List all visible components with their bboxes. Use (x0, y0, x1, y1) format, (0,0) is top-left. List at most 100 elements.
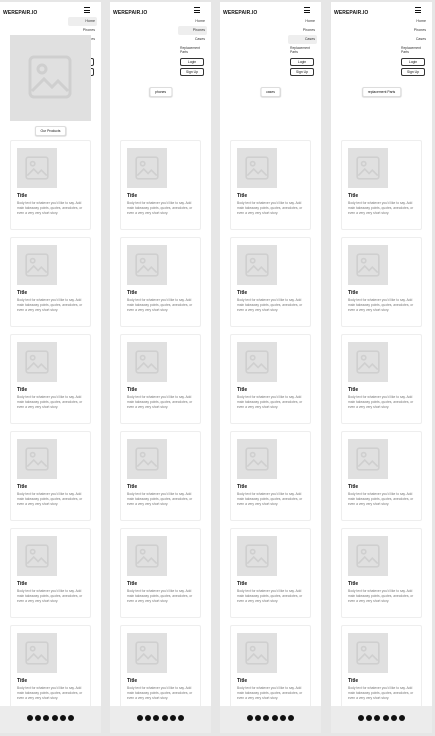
product-card[interactable]: Title Body text for whatever you'd like … (10, 528, 91, 618)
hamburger-menu-icon[interactable] (304, 7, 310, 13)
product-card[interactable]: Title Body text for whatever you'd like … (341, 625, 422, 715)
footer-social-icon[interactable] (51, 715, 58, 721)
card-body: Body text for whatever you'd like to say… (237, 201, 303, 215)
footer-social-icon[interactable] (366, 715, 373, 721)
nav-item[interactable]: Phones (178, 26, 207, 35)
card-body: Body text for whatever you'd like to say… (237, 298, 303, 312)
section-tag-button[interactable]: replacement Parts (361, 87, 402, 97)
footer-social-icon[interactable] (43, 715, 50, 721)
product-card[interactable]: Title Body text for whatever you'd like … (230, 237, 311, 327)
brand-logo[interactable]: WEREPAIR.IO (223, 10, 257, 16)
card-title: Title (237, 387, 248, 393)
product-card[interactable]: Title Body text for whatever you'd like … (120, 237, 201, 327)
hamburger-menu-icon[interactable] (415, 7, 421, 13)
footer-social-icon[interactable] (398, 715, 405, 721)
product-card[interactable]: Title Body text for whatever you'd like … (341, 528, 422, 618)
product-card[interactable]: Title Body text for whatever you'd like … (230, 528, 311, 618)
card-image-placeholder (237, 245, 277, 285)
product-card[interactable]: Title Body text for whatever you'd like … (230, 431, 311, 521)
nav-item[interactable]: Phones (399, 26, 428, 35)
signup-button[interactable]: Sign Up (290, 68, 314, 76)
card-title: Title (17, 387, 28, 393)
card-body: Body text for whatever you'd like to say… (127, 395, 193, 409)
nav-item-replacement-parts[interactable]: Replacement Parts (288, 46, 317, 56)
product-card[interactable]: Title Body text for whatever you'd like … (120, 528, 201, 618)
image-placeholder-icon (25, 641, 49, 665)
card-title: Title (237, 484, 248, 490)
nav-item[interactable]: Home (178, 17, 207, 26)
signup-button[interactable]: Sign Up (180, 68, 204, 76)
login-button[interactable]: Login (290, 58, 314, 66)
footer-social-icon[interactable] (263, 715, 270, 721)
footer-social-icon[interactable] (67, 715, 74, 721)
footer-social-icon[interactable] (247, 715, 253, 721)
product-card[interactable]: Title Body text for whatever you'd like … (230, 140, 311, 230)
footer (110, 706, 211, 733)
card-body: Body text for whatever you'd like to say… (237, 589, 303, 603)
product-card[interactable]: Title Body text for whatever you'd like … (120, 140, 201, 230)
section-tag-button[interactable]: phones (148, 87, 173, 97)
product-card[interactable]: Title Body text for whatever you'd like … (10, 140, 91, 230)
hamburger-menu-icon[interactable] (84, 7, 90, 13)
card-image-placeholder (348, 439, 388, 479)
footer-icons (247, 715, 294, 723)
footer-social-icon[interactable] (35, 715, 42, 721)
section-tag-button[interactable]: cases (260, 87, 281, 97)
brand-logo[interactable]: WEREPAIR.IO (113, 10, 147, 16)
product-card[interactable]: Title Body text for whatever you'd like … (341, 431, 422, 521)
footer-social-icon[interactable] (137, 715, 143, 721)
footer-social-icon[interactable] (177, 715, 184, 721)
product-card[interactable]: Title Body text for whatever you'd like … (341, 237, 422, 327)
nav-item[interactable]: Phones (288, 26, 317, 35)
nav-item[interactable]: Cases (399, 35, 428, 44)
nav-item-replacement-parts[interactable]: Replacement Parts (399, 46, 428, 56)
product-card[interactable]: Title Body text for whatever you'd like … (341, 334, 422, 424)
footer (331, 706, 432, 733)
product-card[interactable]: Title Body text for whatever you'd like … (10, 625, 91, 715)
image-placeholder-icon (25, 156, 49, 180)
nav-item[interactable]: Cases (288, 35, 317, 44)
product-card[interactable]: Title Body text for whatever you'd like … (120, 431, 201, 521)
product-card[interactable]: Title Body text for whatever you'd like … (230, 625, 311, 715)
footer-social-icon[interactable] (59, 715, 66, 721)
card-body: Body text for whatever you'd like to say… (17, 201, 83, 215)
footer-social-icon[interactable] (169, 715, 176, 721)
image-placeholder-icon (245, 544, 269, 568)
nav-item[interactable]: Cases (178, 35, 207, 44)
brand-logo[interactable]: WEREPAIR.IO (334, 10, 368, 16)
nav-item-replacement-parts[interactable]: Replacement Parts (178, 46, 207, 56)
hamburger-menu-icon[interactable] (194, 7, 200, 13)
signup-button[interactable]: Sign Up (401, 68, 425, 76)
nav-item[interactable]: Phones (68, 26, 97, 35)
card-image-placeholder (348, 245, 388, 285)
footer-social-icon[interactable] (153, 715, 160, 721)
login-button[interactable]: Login (180, 58, 204, 66)
footer-social-icon[interactable] (287, 715, 294, 721)
product-card[interactable]: Title Body text for whatever you'd like … (341, 140, 422, 230)
card-image-placeholder (127, 536, 167, 576)
nav-item[interactable]: Home (399, 17, 428, 26)
brand-logo[interactable]: WEREPAIR.IO (3, 10, 37, 16)
login-button[interactable]: Login (401, 58, 425, 66)
section-tag-button[interactable]: Our Products (34, 126, 67, 136)
mobile-screen: WEREPAIR.IO HomePhonesCases Replacement P… (110, 2, 211, 733)
footer-social-icon[interactable] (390, 715, 397, 721)
nav-item[interactable]: Home (288, 17, 317, 26)
product-card[interactable]: Title Body text for whatever you'd like … (10, 431, 91, 521)
footer-social-icon[interactable] (255, 715, 262, 721)
nav-item[interactable]: Home (68, 17, 97, 26)
footer-social-icon[interactable] (374, 715, 381, 721)
footer-social-icon[interactable] (382, 715, 389, 721)
footer-social-icon[interactable] (161, 715, 168, 721)
footer-social-icon[interactable] (358, 715, 364, 721)
nav-menu: HomePhonesCases Replacement Parts Login Sig… (399, 17, 428, 76)
footer-social-icon[interactable] (279, 715, 286, 721)
product-card[interactable]: Title Body text for whatever you'd like … (230, 334, 311, 424)
footer-social-icon[interactable] (271, 715, 278, 721)
footer-social-icon[interactable] (145, 715, 152, 721)
product-card[interactable]: Title Body text for whatever you'd like … (120, 334, 201, 424)
product-card[interactable]: Title Body text for whatever you'd like … (120, 625, 201, 715)
product-card[interactable]: Title Body text for whatever you'd like … (10, 334, 91, 424)
product-card[interactable]: Title Body text for whatever you'd like … (10, 237, 91, 327)
footer-social-icon[interactable] (27, 715, 33, 721)
